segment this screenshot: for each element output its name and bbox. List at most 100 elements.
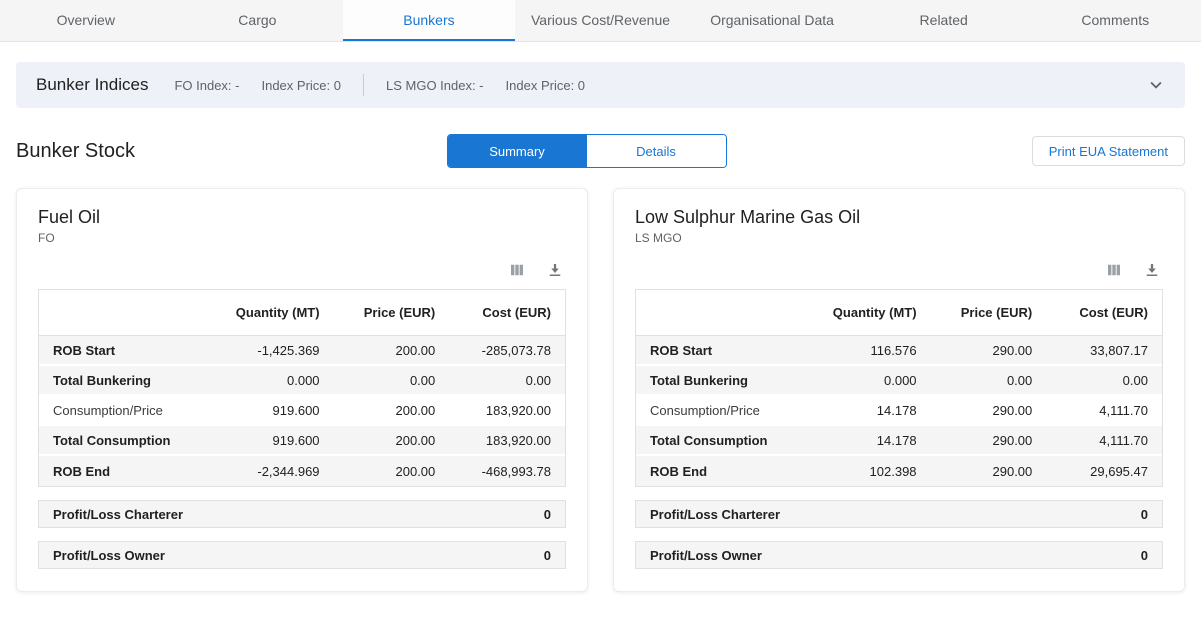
row-label: ROB Start [636,343,815,358]
download-icon[interactable] [546,261,564,279]
pl-label: Profit/Loss Charterer [53,507,183,522]
header-price: Price (EUR) [931,305,1047,320]
bunker-table: Quantity (MT) Price (EUR) Cost (EUR) ROB… [635,289,1163,487]
row-label: ROB End [39,464,218,479]
row-quantity: 14.178 [815,403,931,418]
row-quantity: 919.600 [218,403,334,418]
pl-value: 0 [1141,507,1148,522]
tab-overview[interactable]: Overview [0,0,172,41]
card-title: Fuel Oil [38,207,566,228]
row-quantity: 102.398 [815,464,931,479]
table-row-rob-end: ROB End -2,344.969 200.00 -468,993.78 [39,456,565,486]
row-cost: 183,920.00 [449,433,565,448]
table-row-rob-start: ROB Start -1,425.369 200.00 -285,073.78 [39,336,565,366]
table-row-total-bunkering: Total Bunkering 0.000 0.00 0.00 [39,366,565,396]
summary-details-toggle: Summary Details [447,134,727,168]
row-cost: 0.00 [449,373,565,388]
row-price: 290.00 [931,343,1047,358]
tab-organisational-data[interactable]: Organisational Data [686,0,858,41]
row-cost: -468,993.78 [449,464,565,479]
bunker-indices-title: Bunker Indices [36,75,148,95]
row-cost: -285,073.78 [449,343,565,358]
table-row-consumption-price: Consumption/Price 919.600 200.00 183,920… [39,396,565,426]
pl-label: Profit/Loss Owner [650,548,762,563]
ls-mgo-index-price-label: Index Price: 0 [506,78,586,93]
bunker-table: Quantity (MT) Price (EUR) Cost (EUR) ROB… [38,289,566,487]
row-label: ROB End [636,464,815,479]
fo-index-price-label: Index Price: 0 [261,78,341,93]
table-row-rob-end: ROB End 102.398 290.00 29,695.47 [636,456,1162,486]
bunker-stock-title: Bunker Stock [16,140,475,163]
card-subtitle: FO [38,231,566,245]
row-quantity: 0.000 [815,373,931,388]
table-header-row: Quantity (MT) Price (EUR) Cost (EUR) [39,290,565,336]
row-price: 290.00 [931,433,1047,448]
row-label: Total Bunkering [39,373,218,388]
summary-toggle-button[interactable]: Summary [448,135,587,167]
profit-loss-owner: Profit/Loss Owner 0 [635,541,1163,569]
pl-label: Profit/Loss Owner [53,548,165,563]
header-cost: Cost (EUR) [1046,305,1162,320]
row-label: Total Consumption [636,433,815,448]
ls-mgo-index-label: LS MGO Index: - [386,78,484,93]
table-header-row: Quantity (MT) Price (EUR) Cost (EUR) [636,290,1162,336]
row-cost: 183,920.00 [449,403,565,418]
card-actions [635,261,1161,279]
tab-various-cost-revenue[interactable]: Various Cost/Revenue [515,0,687,41]
header-cost: Cost (EUR) [449,305,565,320]
chevron-down-icon[interactable] [1145,74,1167,96]
fo-index-label: FO Index: - [174,78,239,93]
table-row-total-bunkering: Total Bunkering 0.000 0.00 0.00 [636,366,1162,396]
profit-loss-owner: Profit/Loss Owner 0 [38,541,566,569]
row-cost: 0.00 [1046,373,1162,388]
indices-divider [363,74,364,96]
pl-value: 0 [544,548,551,563]
row-cost: 29,695.47 [1046,464,1162,479]
bunker-indices-bar[interactable]: Bunker Indices FO Index: - Index Price: … [16,62,1185,108]
table-row-total-consumption: Total Consumption 919.600 200.00 183,920… [39,426,565,456]
card-title: Low Sulphur Marine Gas Oil [635,207,1163,228]
row-quantity: 14.178 [815,433,931,448]
header-price: Price (EUR) [334,305,450,320]
columns-icon[interactable] [1105,261,1123,279]
download-icon[interactable] [1143,261,1161,279]
row-price: 200.00 [334,403,450,418]
profit-loss-charterer: Profit/Loss Charterer 0 [38,500,566,528]
details-toggle-button[interactable]: Details [587,135,726,167]
fuel-oil-card: Fuel Oil FO Quantity (MT) Price (EUR) Co… [16,188,588,592]
pl-value: 0 [1141,548,1148,563]
tab-bunkers[interactable]: Bunkers [343,0,515,41]
profit-loss-charterer: Profit/Loss Charterer 0 [635,500,1163,528]
row-quantity: -1,425.369 [218,343,334,358]
card-subtitle: LS MGO [635,231,1163,245]
row-quantity: 919.600 [218,433,334,448]
pl-value: 0 [544,507,551,522]
row-cost: 4,111.70 [1046,403,1162,418]
row-quantity: 0.000 [218,373,334,388]
top-tab-bar: Overview Cargo Bunkers Various Cost/Reve… [0,0,1201,42]
columns-icon[interactable] [508,261,526,279]
bunker-cards: Fuel Oil FO Quantity (MT) Price (EUR) Co… [16,188,1185,592]
tab-comments[interactable]: Comments [1029,0,1201,41]
row-price: 200.00 [334,343,450,358]
table-row-consumption-price: Consumption/Price 14.178 290.00 4,111.70 [636,396,1162,426]
row-label: Consumption/Price [636,403,815,418]
row-price: 200.00 [334,433,450,448]
row-label: Consumption/Price [39,403,218,418]
bunker-stock-header: Bunker Stock Summary Details Print EUA S… [16,134,1185,168]
row-price: 0.00 [334,373,450,388]
row-price: 290.00 [931,403,1047,418]
pl-label: Profit/Loss Charterer [650,507,780,522]
print-eua-statement-button[interactable]: Print EUA Statement [1032,136,1185,166]
table-row-rob-start: ROB Start 116.576 290.00 33,807.17 [636,336,1162,366]
header-quantity: Quantity (MT) [815,305,931,320]
tab-related[interactable]: Related [858,0,1030,41]
row-cost: 4,111.70 [1046,433,1162,448]
card-actions [38,261,564,279]
row-price: 0.00 [931,373,1047,388]
row-cost: 33,807.17 [1046,343,1162,358]
ls-mgo-card: Low Sulphur Marine Gas Oil LS MGO Quanti… [613,188,1185,592]
row-label: Total Bunkering [636,373,815,388]
tab-cargo[interactable]: Cargo [172,0,344,41]
row-price: 290.00 [931,464,1047,479]
